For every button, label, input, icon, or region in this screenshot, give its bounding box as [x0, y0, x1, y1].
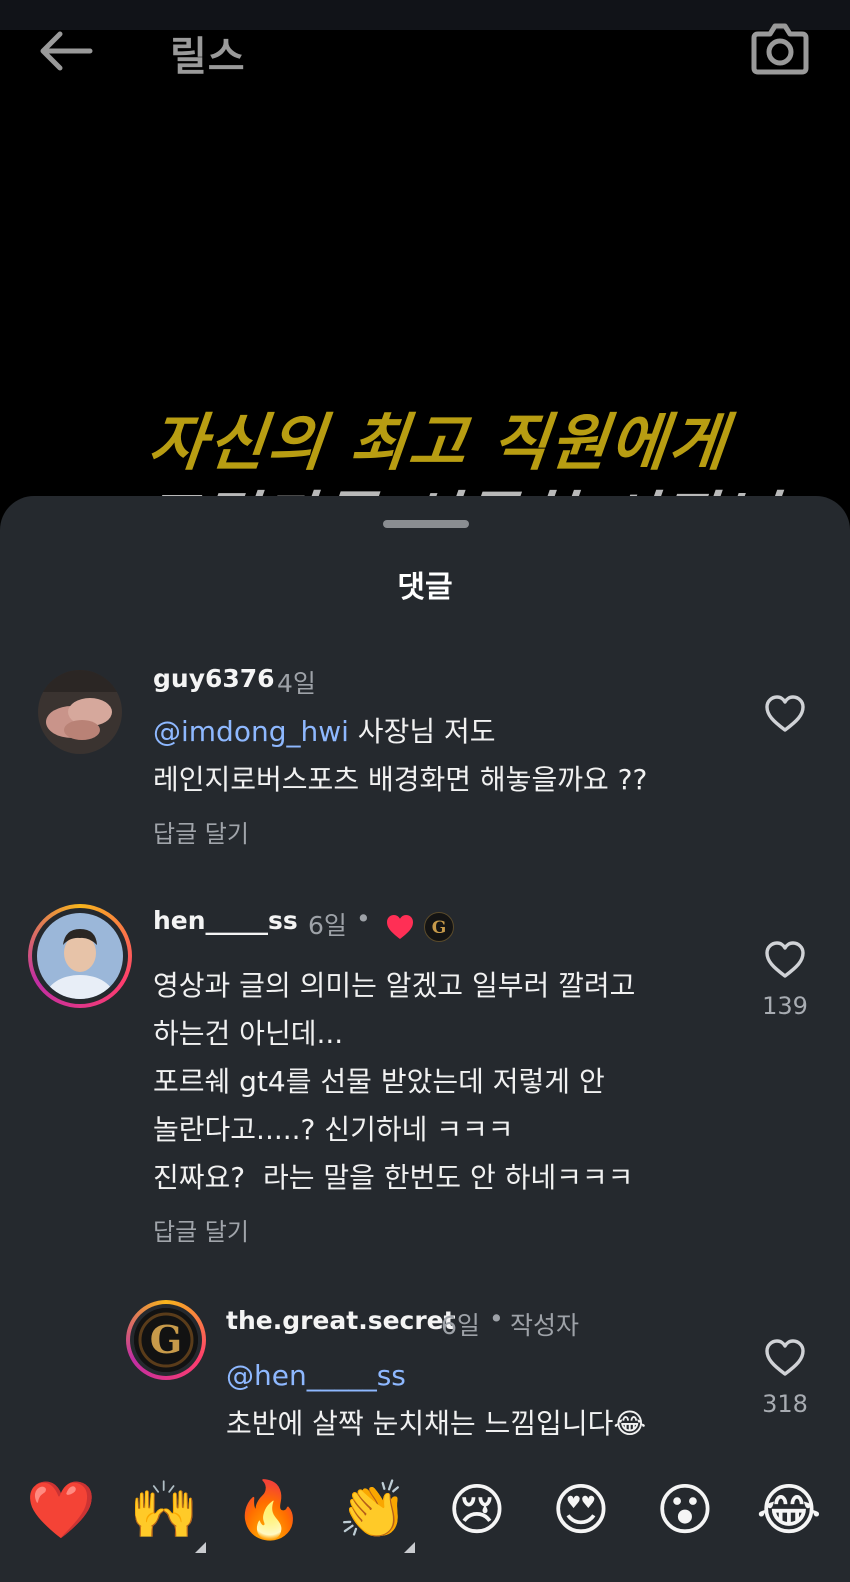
- comment-username[interactable]: hen_____ss: [153, 906, 298, 935]
- like-button[interactable]: [764, 940, 806, 980]
- reaction-raising-hands-button[interactable]: 🙌: [129, 1476, 199, 1546]
- author-badge: 작성자: [510, 1311, 580, 1340]
- comment-text-line: 진짜요? 라는 말을 한번도 안 하네ㅋㅋㅋ: [153, 1161, 634, 1194]
- author-avatar-mini: G: [424, 912, 454, 942]
- arrow-left-icon: [40, 31, 93, 71]
- g-logo-icon: G: [432, 918, 447, 938]
- reaction-crying-face-button[interactable]: 😢: [442, 1476, 512, 1546]
- reply-mention: @hen_____ss: [226, 1352, 406, 1400]
- heart-outline-icon: [765, 695, 805, 732]
- skin-tone-indicator-icon: [404, 1542, 415, 1553]
- drag-handle[interactable]: [383, 520, 469, 528]
- author-liked-heart-icon: [387, 915, 413, 939]
- reply-button[interactable]: 답글 달기: [153, 1212, 249, 1247]
- comment-text-line: 놀란다고.....? 신기하네 ㅋㅋㅋ: [153, 1113, 514, 1146]
- page-title: 릴스: [170, 34, 246, 80]
- comment-text-line: 레인지로버스포츠 배경화면 해놓을까요 ??: [153, 763, 648, 796]
- heart-outline-icon: [765, 1339, 805, 1376]
- avatar-story-ring[interactable]: [28, 904, 132, 1008]
- avatar: G: [134, 1308, 198, 1372]
- like-count: 318: [762, 1390, 808, 1418]
- avatar-story-ring[interactable]: G: [126, 1300, 206, 1380]
- video-caption-line1: 자신의 최고 직원에게: [145, 406, 732, 479]
- meta-separator: •: [489, 1304, 504, 1333]
- reply-username[interactable]: the.great.secret: [226, 1306, 456, 1335]
- mention-link[interactable]: @imdong_hwi: [153, 715, 349, 748]
- meta-separator: •: [356, 904, 371, 933]
- comment-text-line: 영상과 글의 의미는 알겠고 일부러 깔려고: [153, 969, 636, 1002]
- camera-icon: [751, 23, 809, 75]
- heart-outline-icon: [765, 941, 805, 978]
- hands-photo-icon: [38, 670, 122, 754]
- reaction-surprised-face-button[interactable]: 😮: [650, 1476, 720, 1546]
- reply-time: 6일: [441, 1311, 480, 1340]
- camera-button[interactable]: [748, 18, 812, 78]
- reaction-heart-eyes-button[interactable]: 😍: [546, 1476, 616, 1546]
- svg-text:G: G: [432, 918, 447, 938]
- sheet-title: 댓글: [397, 570, 453, 605]
- avatar: [37, 913, 123, 999]
- reaction-red-heart-button[interactable]: ❤️: [26, 1476, 96, 1546]
- like-button[interactable]: [764, 1338, 806, 1378]
- reply-button[interactable]: 답글 달기: [153, 814, 249, 849]
- comment-item: guy6376 4일 @imdong_hwi 사장님 저도 레인지로버스포츠 배…: [0, 656, 850, 856]
- comment-text-line: @imdong_hwi 사장님 저도: [153, 708, 496, 756]
- mention-link[interactable]: @hen_____ss: [226, 1359, 406, 1392]
- comments-sheet: 댓글 guy6376 4일 @imdong_hwi 사장님 저도 레인지로버스포…: [0, 496, 850, 1582]
- skin-tone-indicator-icon: [195, 1542, 206, 1553]
- comment-text-fragment: 사장님 저도: [348, 715, 496, 748]
- comment-username[interactable]: guy6376: [153, 664, 275, 693]
- svg-text:G: G: [150, 1317, 182, 1362]
- comment-item: hen_____ss 6일 • G 영상과 글의 의미는 알겠고 일부러 깔려고…: [0, 900, 850, 1246]
- comment-time: 4일: [277, 669, 316, 698]
- top-bar: 릴스: [0, 0, 850, 110]
- comment-time: 6일: [308, 911, 347, 940]
- reply-item: G the.great.secret 6일 • 작성자 @hen_____ss …: [0, 1296, 850, 1466]
- reaction-fire-button[interactable]: 🔥: [234, 1476, 304, 1546]
- g-logo-icon: G: [134, 1308, 198, 1372]
- person-photo-icon: [37, 913, 123, 999]
- like-count: 139: [762, 992, 808, 1020]
- reaction-bar: ❤️ 🙌 🔥 👏 😢 😍 😮 😂: [0, 1466, 850, 1582]
- reply-text-line: 초반에 살짝 눈치채는 느낌입니다😂: [226, 1407, 647, 1440]
- reaction-tears-of-joy-button[interactable]: 😂: [754, 1476, 824, 1546]
- back-button[interactable]: [36, 28, 96, 74]
- reaction-clapping-hands-button[interactable]: 👏: [338, 1476, 408, 1546]
- comment-text-line: 포르쉐 gt4를 선물 받았는데 저렇게 안: [153, 1065, 605, 1098]
- avatar[interactable]: [38, 670, 122, 754]
- like-button[interactable]: [764, 694, 806, 734]
- comment-text-line: 하는건 아닌데...: [153, 1017, 344, 1050]
